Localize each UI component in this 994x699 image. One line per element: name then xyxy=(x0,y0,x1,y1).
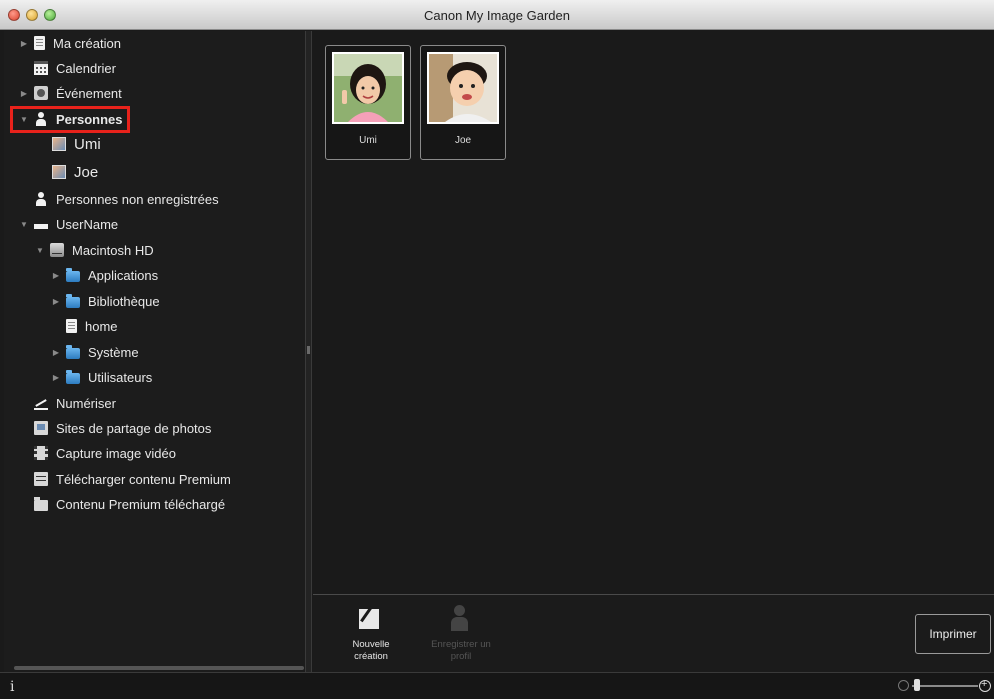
sidebar-item-bibliotheque[interactable]: ▶ Bibliothèque xyxy=(50,290,160,312)
sidebar-item-evenement[interactable]: ▶ Événement xyxy=(18,82,122,104)
zoom-slider-track[interactable] xyxy=(912,685,978,687)
sidebar-item-username[interactable]: ▼ UserName xyxy=(18,213,118,235)
sidebar-item-label: Ma création xyxy=(53,35,121,51)
sidebar-item-numeriser[interactable]: Numériser xyxy=(34,392,116,414)
sidebar-item-systeme[interactable]: ▶ Système xyxy=(50,341,139,363)
splitter-grip-icon[interactable] xyxy=(307,346,310,354)
sidebar-item-sites-de-partage[interactable]: Sites de partage de photos xyxy=(34,417,211,439)
sidebar-item-label: Bibliothèque xyxy=(88,293,160,309)
sidebar-item-capture-image-video[interactable]: Capture image vidéo xyxy=(34,442,176,464)
photo-sharing-icon xyxy=(34,421,48,435)
disclosure-closed-icon[interactable]: ▶ xyxy=(50,297,62,306)
sidebar-item-contenu-premium[interactable]: Contenu Premium téléchargé xyxy=(34,493,225,515)
sidebar-item-label: UserName xyxy=(56,216,119,232)
person-name-umi: Umi xyxy=(359,135,377,146)
folder-icon xyxy=(66,344,80,359)
sidebar-item-label: Numériser xyxy=(56,395,116,411)
sidebar-item-home[interactable]: home xyxy=(66,315,118,337)
scan-icon xyxy=(34,396,48,410)
premium-folder-icon xyxy=(34,496,48,511)
download-premium-icon xyxy=(34,472,48,486)
calendar-icon xyxy=(34,61,48,75)
disclosure-closed-icon[interactable]: ▶ xyxy=(50,271,62,280)
sidebar-item-label: Sites de partage de photos xyxy=(56,420,212,436)
sidebar-item-label: Événement xyxy=(56,85,122,101)
person-photo-joe xyxy=(427,52,499,124)
sidebar-item-label: Joe xyxy=(74,163,99,181)
print-button[interactable]: Imprimer xyxy=(915,614,991,654)
my-creation-icon xyxy=(34,36,45,50)
new-creation-button[interactable]: Nouvelle création xyxy=(336,601,406,663)
status-bar: i xyxy=(0,672,994,699)
sidebar-item-label: Calendrier xyxy=(56,60,116,76)
sidebar-item-applications[interactable]: ▶ Applications xyxy=(50,264,158,286)
profile-photo-icon xyxy=(52,137,66,151)
sidebar-item-label: Contenu Premium téléchargé xyxy=(56,496,226,512)
sidebar-item-label: Télécharger contenu Premium xyxy=(56,471,231,487)
sidebar-scrollbar[interactable] xyxy=(14,666,304,670)
register-profile-button[interactable]: Enregistrer un profil xyxy=(426,601,496,663)
sidebar-item-umi[interactable]: Umi xyxy=(52,133,101,155)
title-bar: Canon My Image Garden xyxy=(0,0,994,30)
register-profile-icon xyxy=(447,605,475,633)
event-icon xyxy=(34,86,48,100)
sidebar-item-personnes-non-enregistrees[interactable]: Personnes non enregistrées xyxy=(34,188,219,210)
new-creation-label: Nouvelle création xyxy=(352,639,390,662)
disclosure-open-icon[interactable]: ▼ xyxy=(18,220,30,229)
sidebar-item-label: Capture image vidéo xyxy=(56,445,176,461)
sidebar-item-label: Applications xyxy=(88,267,159,283)
sidebar-item-label: Système xyxy=(88,344,139,360)
sidebar-item-utilisateurs[interactable]: ▶ Utilisateurs xyxy=(50,366,152,388)
person-thumbnail-joe[interactable]: Joe xyxy=(420,45,506,160)
folder-icon xyxy=(66,369,80,384)
disclosure-closed-icon[interactable]: ▶ xyxy=(50,373,62,382)
disclosure-closed-icon[interactable]: ▶ xyxy=(18,39,30,48)
disclosure-closed-icon[interactable]: ▶ xyxy=(50,348,62,357)
bottom-toolbar: Nouvelle création Enregistrer un profil … xyxy=(313,594,994,672)
zoom-in-icon[interactable] xyxy=(979,678,991,692)
sidebar-item-ma-creation[interactable]: ▶ Ma création xyxy=(18,32,121,54)
video-capture-icon xyxy=(34,446,48,460)
window-title: Canon My Image Garden xyxy=(424,8,570,23)
user-icon xyxy=(34,224,48,229)
sidebar-item-label: home xyxy=(85,318,118,334)
folder-icon xyxy=(66,293,80,308)
sidebar-item-label: Macintosh HD xyxy=(72,242,154,258)
person-thumbnail-umi[interactable]: Umi xyxy=(325,45,411,160)
document-icon xyxy=(66,319,77,333)
sidebar-item-label: Umi xyxy=(74,135,101,153)
sidebar-item-macintosh-hd[interactable]: ▼ Macintosh HD xyxy=(34,239,154,261)
disclosure-open-icon[interactable]: ▼ xyxy=(34,246,46,255)
profile-photo-icon xyxy=(52,165,66,179)
person-photo-umi xyxy=(332,52,404,124)
people-view: Umi Joe xyxy=(313,31,994,594)
register-profile-label: Enregistrer un profil xyxy=(431,639,491,662)
sidebar-item-telecharger-premium[interactable]: Télécharger contenu Premium xyxy=(34,468,231,490)
sidebar-item-joe[interactable]: Joe xyxy=(52,161,98,183)
sidebar-item-calendrier[interactable]: Calendrier xyxy=(34,57,116,79)
sidebar-item-label: Personnes non enregistrées xyxy=(56,191,219,207)
person-name-joe: Joe xyxy=(454,135,472,146)
unregistered-person-icon xyxy=(34,192,48,206)
info-icon[interactable]: i xyxy=(10,679,14,695)
zoom-slider-handle[interactable] xyxy=(914,679,920,691)
hard-disk-icon xyxy=(50,243,64,257)
folder-icon xyxy=(66,267,80,282)
disclosure-closed-icon[interactable]: ▶ xyxy=(18,89,30,98)
selection-highlight-box xyxy=(10,106,130,133)
zoom-out-icon[interactable] xyxy=(898,680,909,691)
new-creation-icon xyxy=(357,605,385,633)
sidebar-item-label: Utilisateurs xyxy=(88,369,153,385)
